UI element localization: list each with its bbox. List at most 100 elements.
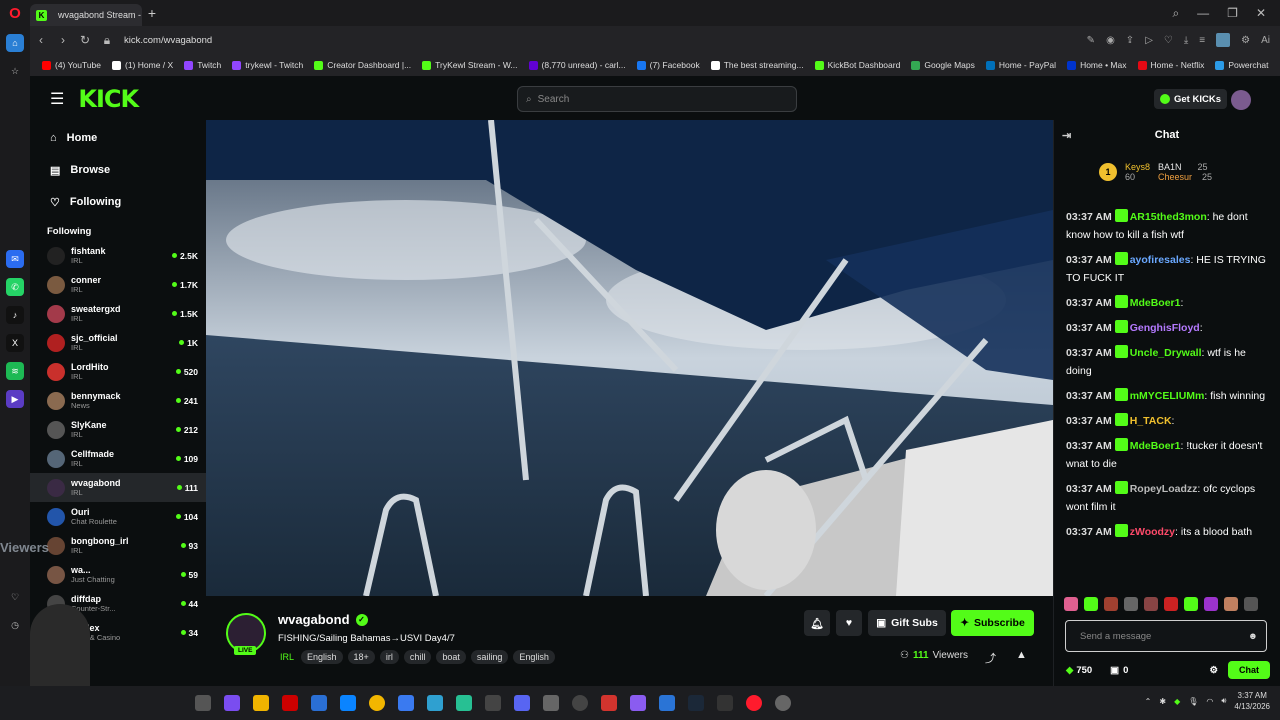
forward-icon[interactable]: › (52, 33, 74, 47)
mic-icon[interactable]: 🎙︎ (1188, 697, 1198, 706)
share-icon[interactable]: ⇪ (1126, 35, 1134, 46)
stream-tag[interactable]: English (301, 650, 343, 664)
following-item[interactable]: soulex Slots & Casino 34 (30, 618, 206, 647)
following-item[interactable]: Cellfmade IRL 109 (30, 444, 206, 473)
bookmark-item[interactable]: The best streaming... (710, 60, 804, 70)
ai-icon[interactable]: Ai (1261, 35, 1270, 46)
following-item[interactable]: diffdap Counter-Str... 44 (30, 589, 206, 618)
back-icon[interactable]: ‹ (30, 33, 52, 47)
menu-icon[interactable]: ≡ (1199, 35, 1205, 46)
x-icon[interactable]: X (6, 334, 24, 352)
emote-icon[interactable] (1064, 597, 1078, 611)
chat-username[interactable]: H_TACK (1130, 415, 1172, 427)
nav-home[interactable]: ⌂ Home (30, 122, 206, 154)
reload-icon[interactable]: ↻ (74, 33, 96, 47)
search-input[interactable]: ⌕ Search (517, 86, 797, 112)
following-item[interactable]: bongbong_irl IRL 93 (30, 531, 206, 560)
emote-icon[interactable] (1104, 597, 1118, 611)
edge-icon[interactable] (340, 695, 356, 711)
bookmark-item[interactable]: (7) Facebook (636, 60, 700, 70)
following-item[interactable]: fishtank IRL 2.5K (30, 241, 206, 270)
chat-username[interactable]: GenghisFloyd (1130, 322, 1200, 334)
taskbar-app-icon[interactable] (543, 695, 559, 711)
taskbar-app-icon[interactable] (282, 695, 298, 711)
get-kicks-button[interactable]: Get KICKs (1154, 89, 1227, 109)
obs-icon[interactable] (572, 695, 588, 711)
emote-icon[interactable] (1244, 597, 1258, 611)
bookmark-item[interactable]: Google Maps (911, 60, 975, 70)
taskbar-app-icon[interactable] (427, 695, 443, 711)
emote-icon[interactable] (1164, 597, 1178, 611)
video-player[interactable] (206, 120, 1053, 596)
following-item[interactable]: bennymack News 241 (30, 386, 206, 415)
browser-tab[interactable]: K wvagabond Stream - × (30, 4, 142, 26)
steam-icon[interactable] (688, 695, 704, 711)
channel-name[interactable]: wvagabond (278, 612, 350, 627)
taskbar-app-icon[interactable] (659, 695, 675, 711)
opera-taskbar-icon[interactable] (746, 695, 762, 711)
home-icon[interactable]: ⌂ (6, 34, 24, 52)
opera-logo-icon[interactable]: O (0, 0, 30, 26)
stream-tag[interactable]: sailing (470, 650, 509, 664)
bookmark-item[interactable]: trykewl - Twitch (232, 60, 303, 70)
gift-box-icon[interactable]: ▣ (1110, 665, 1119, 676)
emote-icon[interactable] (1224, 597, 1238, 611)
taskbar-app-icon[interactable] (195, 695, 211, 711)
folder-icon[interactable] (253, 695, 269, 711)
subscribe-button[interactable]: ✦ Subscribe (951, 610, 1034, 636)
bookmark-item[interactable]: (4) YouTube (42, 60, 101, 70)
bookmark-item[interactable]: Twitch (184, 60, 221, 70)
report-icon[interactable]: ▲ (1016, 649, 1027, 661)
following-item[interactable]: sjc_official IRL 1K (30, 328, 206, 357)
send-chat-button[interactable]: Chat (1228, 661, 1270, 679)
chat-username[interactable]: ayofiresales (1130, 254, 1191, 266)
edit-icon[interactable]: ✎ (1087, 35, 1095, 46)
volume-icon[interactable]: 🔊︎ (1221, 696, 1226, 706)
chat-username[interactable]: mMYCELIUMm (1130, 390, 1205, 402)
following-item[interactable]: conner IRL 1.7K (30, 270, 206, 299)
bookmark-item[interactable]: KickBot Dashboard (814, 60, 900, 70)
discord-icon[interactable] (514, 695, 530, 711)
taskbar-app-icon[interactable] (630, 695, 646, 711)
whatsapp-icon[interactable]: ✆ (6, 278, 24, 296)
chat-username[interactable]: MdeBoer1 (1130, 297, 1181, 309)
history-icon[interactable]: ◷ (6, 616, 24, 634)
taskbar-app-icon[interactable] (311, 695, 327, 711)
taskbar-app-icon[interactable] (601, 695, 617, 711)
clock[interactable]: 3:37 AM 4/13/2026 (1234, 690, 1270, 712)
spotify-icon[interactable]: ≋ (6, 362, 24, 380)
follow-heart-button[interactable]: ♥ (836, 610, 862, 636)
tray-app-icon[interactable]: ◆ (1174, 697, 1180, 706)
star-icon[interactable]: ☆ (6, 62, 24, 80)
bookmark-item[interactable]: (1) Home / X (112, 60, 173, 70)
nav-browse[interactable]: ▤ Browse (30, 154, 206, 186)
following-item[interactable]: wa... Just Chatting 59 (30, 560, 206, 589)
taskbar-app-icon[interactable] (775, 695, 791, 711)
following-item[interactable]: SlyKane IRL 212 (30, 415, 206, 444)
profile-icon[interactable] (1216, 33, 1231, 47)
chat-username[interactable]: Uncle_Drywall (1130, 347, 1202, 359)
new-tab-button[interactable]: + (142, 5, 162, 21)
following-item[interactable]: sweatergxd IRL 1.5K (30, 299, 206, 328)
kick-logo[interactable]: KICK (78, 85, 139, 113)
heart-outline-icon[interactable]: ♡ (1164, 35, 1173, 46)
bookmark-item[interactable]: Creator Dashboard |... (314, 60, 411, 70)
stream-tag[interactable]: boat (436, 650, 466, 664)
chrome-icon[interactable] (369, 695, 385, 711)
hamburger-menu-icon[interactable]: ☰ (50, 89, 64, 109)
wifi-icon[interactable]: ◠ (1206, 697, 1213, 706)
bluetooth-icon[interactable]: ✱ (1159, 697, 1166, 706)
chat-settings-icon[interactable]: ⚙ (1209, 665, 1218, 676)
emote-icon[interactable] (1184, 597, 1198, 611)
messenger-icon[interactable]: ✉ (6, 250, 24, 268)
emoji-icon[interactable]: ☻ (1248, 631, 1258, 642)
heart-icon[interactable]: ♡ (6, 588, 24, 606)
stream-tag[interactable]: irl (379, 650, 399, 664)
category-link[interactable]: IRL (278, 650, 296, 664)
camera-icon[interactable]: ◉ (1106, 35, 1115, 46)
following-item[interactable]: wvagabond IRL 111 (30, 473, 206, 502)
stream-tag[interactable]: English (513, 650, 555, 664)
taskbar-app-icon[interactable] (398, 695, 414, 711)
chat-username[interactable]: AR15thed3mon (1130, 211, 1207, 223)
extension-icon[interactable]: ⚙ (1241, 35, 1250, 46)
